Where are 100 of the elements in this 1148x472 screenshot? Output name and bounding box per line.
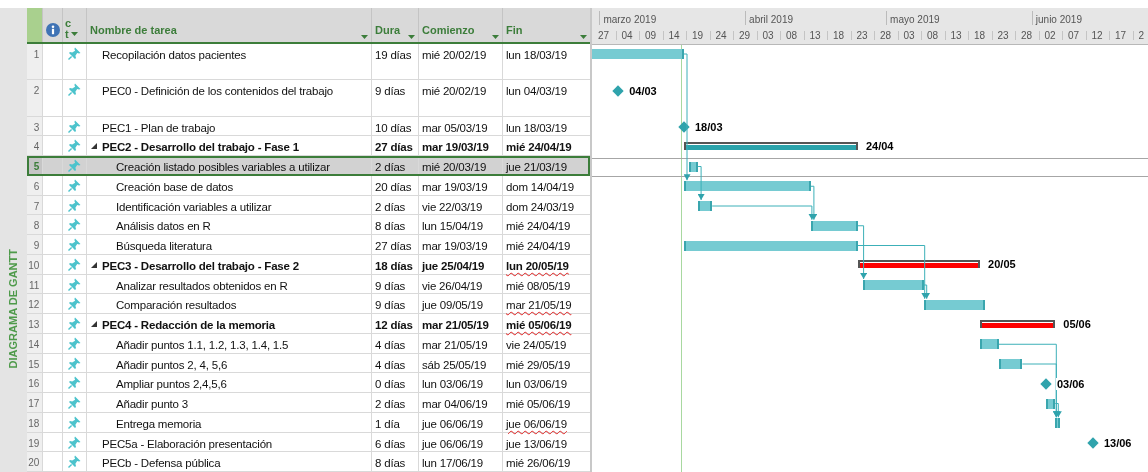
table-cell: lun 17/06/19	[422, 457, 483, 470]
task-row[interactable]: 6 Creación base de datos 20 días mar 19/03/19 dom 14/04/19	[27, 175, 590, 196]
table-cell-text: mié 05/06/19	[506, 319, 572, 333]
row-number: 12	[27, 294, 42, 314]
milestone-label: 04/03	[628, 84, 658, 97]
table-cell-text: mié 08/05/19	[506, 279, 571, 294]
table-cell: 1 día	[375, 417, 400, 430]
table-cell: jue 06/06/19	[422, 437, 483, 450]
table-cell: mar 19/03/19	[422, 180, 488, 193]
task-row[interactable]: 3 PEC1 - Plan de trabajo 10 días mar 05/03/19 lun 18/03/19	[27, 116, 590, 137]
month-label: mayo 2019	[890, 13, 940, 27]
task-row[interactable]: 5 Creación listado posibles variables a utilizar 2 días mié 20/03/19 jue 21/03/19	[27, 156, 590, 176]
table-cell: 20 días	[375, 180, 412, 193]
day-label: 24	[715, 29, 727, 43]
task-row[interactable]: 17 Añadir punto 3 2 días mar 04/06/19 mié 05/06/19	[27, 393, 590, 413]
table-cell: 2 días	[375, 200, 406, 213]
month-label: marzo 2019	[603, 13, 657, 27]
task-name: PEC1 - Plan de trabajo	[102, 120, 216, 136]
task-row[interactable]: 13 PEC4 - Redacción de la memoria 12 días mar 21/05/19 mié 05/06/19	[27, 314, 590, 334]
table-cell-text: jue 21/03/19	[506, 161, 567, 175]
table-cell-text: mié 29/05/19	[506, 358, 571, 373]
table-cell: 27 días	[375, 240, 412, 252]
day-label: 13	[809, 29, 821, 43]
day-label: 02	[1044, 29, 1056, 43]
column-header[interactable]: Dura	[375, 22, 401, 39]
table-cell: mié 20/02/19	[422, 85, 487, 97]
table-cell-text: mié 05/06/19	[506, 398, 571, 412]
table-cell: mar 05/03/19	[422, 121, 488, 134]
table-cell: 2 días	[375, 398, 406, 410]
day-label: 08	[786, 29, 798, 43]
table-cell: 10 días	[375, 121, 412, 134]
table-cell-text: jue 06/06/19	[506, 417, 567, 432]
task-row[interactable]: 1 Recopilación datos pacientes 19 días mié 20/02/19 lun 18/03/19	[27, 43, 590, 80]
day-label: 2	[1138, 29, 1145, 43]
row-number: 17	[27, 393, 42, 413]
table-cell: mar 21/05/19	[422, 319, 489, 331]
task-row[interactable]: 9 Búsqueda literatura 27 días mar 19/03/19 mié 24/04/19	[27, 235, 590, 255]
table-cell-text: lun 18/03/19	[506, 121, 567, 136]
table-cell-text: lun 20/05/19	[506, 259, 569, 274]
month-label: junio 2019	[1035, 13, 1082, 27]
task-row[interactable]: 18 Entrega memoria 1 día jue 06/06/19 jue 06/06/19	[27, 412, 590, 433]
day-label: 18	[833, 29, 845, 43]
task-row[interactable]: 19 PEC5a - Elaboración presentación 6 días jue 06/06/19 jue 13/06/19	[27, 432, 590, 453]
row-number: 1	[27, 43, 42, 80]
day-label: 23	[997, 29, 1009, 43]
task-row[interactable]: 7 Identificación variables a utilizar 2 días vie 22/03/19 dom 24/03/19	[27, 195, 590, 216]
task-name: PECb - Defensa pública	[102, 456, 221, 472]
day-label: 03	[762, 29, 774, 43]
row-number: 16	[27, 373, 42, 393]
task-row[interactable]: 2 PEC0 - Definición de los contenidos del trabajo 9 días mié 20/02/19 lun 04/03/19	[27, 80, 590, 117]
summary-label: 05/06	[1063, 317, 1091, 330]
column-header[interactable]: Nombre de tarea	[90, 22, 177, 39]
table-cell: mar 19/03/19	[422, 141, 489, 154]
table-cell: vie 26/04/19	[422, 279, 483, 292]
table-cell: mié 20/02/19	[422, 48, 487, 61]
day-label: 27	[598, 29, 610, 43]
day-label: 18	[974, 29, 986, 43]
column-header[interactable]: c	[65, 17, 72, 29]
day-label: 12	[1091, 29, 1103, 43]
row-number: 8	[27, 215, 42, 235]
task-name: Identificación variables a utilizar	[116, 199, 272, 215]
table-cell: 9 días	[375, 279, 406, 292]
task-name: PEC5a - Elaboración presentación	[102, 436, 273, 452]
table-cell: 4 días	[375, 338, 406, 351]
table-cell: lun 15/04/19	[422, 220, 483, 233]
row-number: 13	[27, 314, 42, 334]
task-row[interactable]: 11 Analizar resultados obtenidos en R 9 días vie 26/04/19 mié 08/05/19	[27, 274, 590, 295]
day-label: 28	[1021, 29, 1033, 43]
table-cell-text: dom 24/03/19	[506, 200, 574, 215]
table-cell: jue 25/04/19	[422, 259, 485, 272]
task-name: PEC0 - Definición de los contenidos del trabajo	[102, 84, 333, 99]
table-cell: mié 20/03/19	[422, 161, 487, 173]
column-header[interactable]: Comienzo	[422, 22, 475, 39]
day-label: 07	[1068, 29, 1080, 43]
summary-label: 20/05	[988, 258, 1016, 271]
column-header[interactable]: Fin	[506, 22, 523, 39]
table-cell: 9 días	[375, 85, 406, 97]
view-label: DIAGRAMA DE GANTT	[6, 248, 21, 368]
task-name: Análisis datos en R	[116, 219, 211, 235]
day-label: 13	[950, 29, 962, 43]
task-row[interactable]: 15 Añadir puntos 2, 4, 5,6 4 días sáb 25/05/19 mié 29/05/19	[27, 353, 590, 374]
table-cell-text: lun 03/06/19	[506, 378, 567, 393]
milestone-label: 03/06	[1055, 377, 1086, 390]
day-label: 19	[692, 29, 704, 43]
task-row[interactable]: 14 Añadir puntos 1.1, 1.2, 1.3, 1.4, 1.5 4 días mar 21/05/19 vie 24/05/19	[27, 333, 590, 354]
table-cell: 9 días	[375, 299, 406, 312]
column-header[interactable]: t	[65, 28, 69, 40]
task-name: Creación listado posibles variables a utilizar	[116, 160, 330, 175]
task-row[interactable]: 20 PECb - Defensa pública 8 días lun 17/06/19 mié 26/06/19	[27, 452, 590, 472]
table-cell-text: lun 18/03/19	[506, 48, 567, 63]
day-label: 04	[621, 29, 633, 43]
task-row[interactable]: 8 Análisis datos en R 8 días lun 15/04/19 mié 24/04/19	[27, 215, 590, 235]
task-name: Recopilación datos pacientes	[102, 47, 246, 63]
task-row[interactable]: 10 PEC3 - Desarrollo del trabajo - Fase 2 18 días jue 25/04/19 lun 20/05/19	[27, 254, 590, 275]
task-row[interactable]: 12 Comparación resultados 9 días jue 09/05/19 mar 21/05/19	[27, 294, 590, 314]
day-label: 29	[739, 29, 751, 43]
task-row[interactable]: 16 Ampliar puntos 2,4,5,6 0 días lun 03/06/19 lun 03/06/19	[27, 373, 590, 393]
task-name: Creación base de datos	[116, 179, 234, 195]
task-name: Comparación resultados	[116, 298, 237, 314]
table-cell-text: mié 24/04/19	[506, 240, 571, 254]
